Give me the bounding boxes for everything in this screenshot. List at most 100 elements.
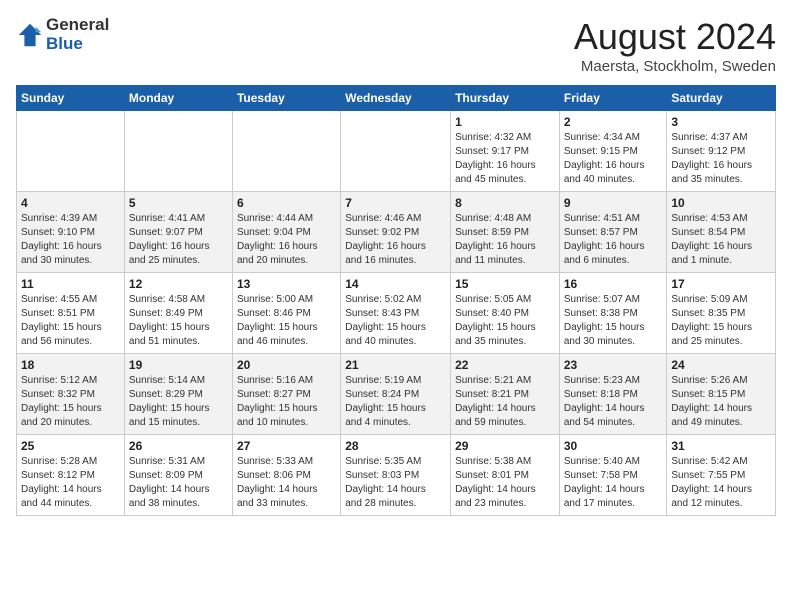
day-info: Sunrise: 4:55 AM Sunset: 8:51 PM Dayligh… (21, 293, 120, 349)
day-number: 11 (21, 277, 120, 291)
calendar-cell: 19 Sunrise: 5:14 AM Sunset: 8:29 PM Dayli… (124, 354, 232, 435)
weekday-header-thursday: Thursday (451, 86, 560, 111)
calendar-cell: 11 Sunrise: 4:55 AM Sunset: 8:51 PM Dayli… (17, 273, 125, 354)
weekday-header-monday: Monday (124, 86, 232, 111)
calendar-cell: 1 Sunrise: 4:32 AM Sunset: 9:17 PM Daylig… (451, 111, 560, 192)
weekday-header-wednesday: Wednesday (341, 86, 451, 111)
day-info: Sunrise: 5:26 AM Sunset: 8:15 PM Dayligh… (671, 374, 771, 430)
calendar-cell: 18Sunrise: 5:12 AM Sunset: 8:32 PM Dayli… (17, 354, 125, 435)
day-info: Sunrise: 4:44 AM Sunset: 9:04 PM Dayligh… (237, 212, 336, 268)
day-info: Sunrise: 4:39 AM Sunset: 9:10 PM Dayligh… (21, 212, 120, 268)
weekday-row: SundayMondayTuesdayWednesdayThursdayFrid… (17, 86, 776, 111)
day-number: 15 (455, 277, 555, 291)
day-info: Sunrise: 5:21 AM Sunset: 8:21 PM Dayligh… (455, 374, 555, 430)
calendar-cell: 15 Sunrise: 5:05 AM Sunset: 8:40 PM Dayli… (451, 273, 560, 354)
calendar-cell: 20 Sunrise: 5:16 AM Sunset: 8:27 PM Dayli… (232, 354, 340, 435)
calendar-table: SundayMondayTuesdayWednesdayThursdayFrid… (16, 85, 776, 516)
calendar-cell: 7 Sunrise: 4:46 AM Sunset: 9:02 PM Daylig… (341, 192, 451, 273)
calendar-cell: 26Sunrise: 5:31 AM Sunset: 8:09 PM Dayli… (124, 435, 232, 516)
calendar-cell: 31 Sunrise: 5:42 AM Sunset: 7:55 PM Dayli… (667, 435, 776, 516)
calendar-cell: 28Sunrise: 5:35 AM Sunset: 8:03 PM Dayli… (341, 435, 451, 516)
day-info: Sunrise: 4:58 AM Sunset: 8:49 PM Dayligh… (129, 293, 228, 349)
calendar-body: 1 Sunrise: 4:32 AM Sunset: 9:17 PM Daylig… (17, 111, 776, 516)
location: Maersta, Stockholm, Sweden (574, 58, 776, 75)
day-info: Sunrise: 4:32 AM Sunset: 9:17 PM Dayligh… (455, 131, 555, 187)
calendar-cell: 21Sunrise: 5:19 AM Sunset: 8:24 PM Dayli… (341, 354, 451, 435)
calendar-cell: 5 Sunrise: 4:41 AM Sunset: 9:07 PM Daylig… (124, 192, 232, 273)
calendar-cell: 17 Sunrise: 5:09 AM Sunset: 8:35 PM Dayli… (667, 273, 776, 354)
day-number: 12 (129, 277, 228, 291)
title-block: August 2024 Maersta, Stockholm, Sweden (574, 16, 776, 75)
weekday-header-sunday: Sunday (17, 86, 125, 111)
calendar-cell: 16 Sunrise: 5:07 AM Sunset: 8:38 PM Dayli… (559, 273, 667, 354)
day-number: 27 (237, 439, 336, 453)
day-number: 30 (564, 439, 663, 453)
weekday-header-friday: Friday (559, 86, 667, 111)
day-info: Sunrise: 5:02 AM Sunset: 8:43 PM Dayligh… (345, 293, 446, 349)
day-number: 25 (21, 439, 120, 453)
calendar-cell: 14 Sunrise: 5:02 AM Sunset: 8:43 PM Dayli… (341, 273, 451, 354)
day-info: Sunrise: 5:42 AM Sunset: 7:55 PM Dayligh… (671, 455, 771, 511)
day-number: 24 (671, 358, 771, 372)
day-number: 7 (345, 196, 446, 210)
calendar-cell: 24 Sunrise: 5:26 AM Sunset: 8:15 PM Dayli… (667, 354, 776, 435)
day-info: Sunrise: 4:37 AM Sunset: 9:12 PM Dayligh… (671, 131, 771, 187)
calendar-cell: 3 Sunrise: 4:37 AM Sunset: 9:12 PM Daylig… (667, 111, 776, 192)
day-number: 23 (564, 358, 663, 372)
day-number: 4 (21, 196, 120, 210)
logo-icon (16, 21, 44, 49)
day-number: 2 (564, 115, 663, 129)
day-info: Sunrise: 4:51 AM Sunset: 8:57 PM Dayligh… (564, 212, 663, 268)
logo-general: General (46, 16, 109, 35)
day-info: Sunrise: 4:34 AM Sunset: 9:15 PM Dayligh… (564, 131, 663, 187)
day-info: Sunrise: 5:05 AM Sunset: 8:40 PM Dayligh… (455, 293, 555, 349)
day-number: 29 (455, 439, 555, 453)
day-number: 19 (129, 358, 228, 372)
calendar-week-3: 11 Sunrise: 4:55 AM Sunset: 8:51 PM Dayli… (17, 273, 776, 354)
calendar-cell: 2 Sunrise: 4:34 AM Sunset: 9:15 PM Daylig… (559, 111, 667, 192)
calendar-cell (124, 111, 232, 192)
calendar-cell: 22Sunrise: 5:21 AM Sunset: 8:21 PM Dayli… (451, 354, 560, 435)
calendar-cell: 4 Sunrise: 4:39 AM Sunset: 9:10 PM Daylig… (17, 192, 125, 273)
calendar-cell: 13 Sunrise: 5:00 AM Sunset: 8:46 PM Dayli… (232, 273, 340, 354)
logo-blue: Blue (46, 35, 109, 54)
day-info: Sunrise: 4:46 AM Sunset: 9:02 PM Dayligh… (345, 212, 446, 268)
calendar-cell (232, 111, 340, 192)
day-info: Sunrise: 5:38 AM Sunset: 8:01 PM Dayligh… (455, 455, 555, 511)
logo-text: General Blue (46, 16, 109, 53)
day-info: Sunrise: 4:41 AM Sunset: 9:07 PM Dayligh… (129, 212, 228, 268)
calendar-cell (341, 111, 451, 192)
calendar-cell: 25Sunrise: 5:28 AM Sunset: 8:12 PM Dayli… (17, 435, 125, 516)
day-info: Sunrise: 5:35 AM Sunset: 8:03 PM Dayligh… (345, 455, 446, 511)
day-info: Sunrise: 5:07 AM Sunset: 8:38 PM Dayligh… (564, 293, 663, 349)
day-number: 17 (671, 277, 771, 291)
calendar-cell: 9Sunrise: 4:51 AM Sunset: 8:57 PM Daylig… (559, 192, 667, 273)
day-info: Sunrise: 5:14 AM Sunset: 8:29 PM Dayligh… (129, 374, 228, 430)
day-number: 13 (237, 277, 336, 291)
day-number: 21 (345, 358, 446, 372)
calendar-cell: 8Sunrise: 4:48 AM Sunset: 8:59 PM Daylig… (451, 192, 560, 273)
day-info: Sunrise: 5:16 AM Sunset: 8:27 PM Dayligh… (237, 374, 336, 430)
calendar-cell: 6Sunrise: 4:44 AM Sunset: 9:04 PM Daylig… (232, 192, 340, 273)
day-number: 18 (21, 358, 120, 372)
day-number: 20 (237, 358, 336, 372)
day-number: 14 (345, 277, 446, 291)
calendar-week-4: 18Sunrise: 5:12 AM Sunset: 8:32 PM Dayli… (17, 354, 776, 435)
month-title: August 2024 (574, 16, 776, 58)
day-info: Sunrise: 5:09 AM Sunset: 8:35 PM Dayligh… (671, 293, 771, 349)
day-info: Sunrise: 5:33 AM Sunset: 8:06 PM Dayligh… (237, 455, 336, 511)
calendar-week-1: 1 Sunrise: 4:32 AM Sunset: 9:17 PM Daylig… (17, 111, 776, 192)
day-number: 26 (129, 439, 228, 453)
day-info: Sunrise: 5:23 AM Sunset: 8:18 PM Dayligh… (564, 374, 663, 430)
day-info: Sunrise: 5:40 AM Sunset: 7:58 PM Dayligh… (564, 455, 663, 511)
logo: General Blue (16, 16, 109, 53)
day-number: 31 (671, 439, 771, 453)
day-number: 1 (455, 115, 555, 129)
calendar-week-5: 25Sunrise: 5:28 AM Sunset: 8:12 PM Dayli… (17, 435, 776, 516)
day-info: Sunrise: 5:00 AM Sunset: 8:46 PM Dayligh… (237, 293, 336, 349)
calendar-cell: 30 Sunrise: 5:40 AM Sunset: 7:58 PM Dayli… (559, 435, 667, 516)
page-header: General Blue August 2024 Maersta, Stockh… (16, 16, 776, 75)
day-number: 16 (564, 277, 663, 291)
day-number: 3 (671, 115, 771, 129)
day-number: 5 (129, 196, 228, 210)
